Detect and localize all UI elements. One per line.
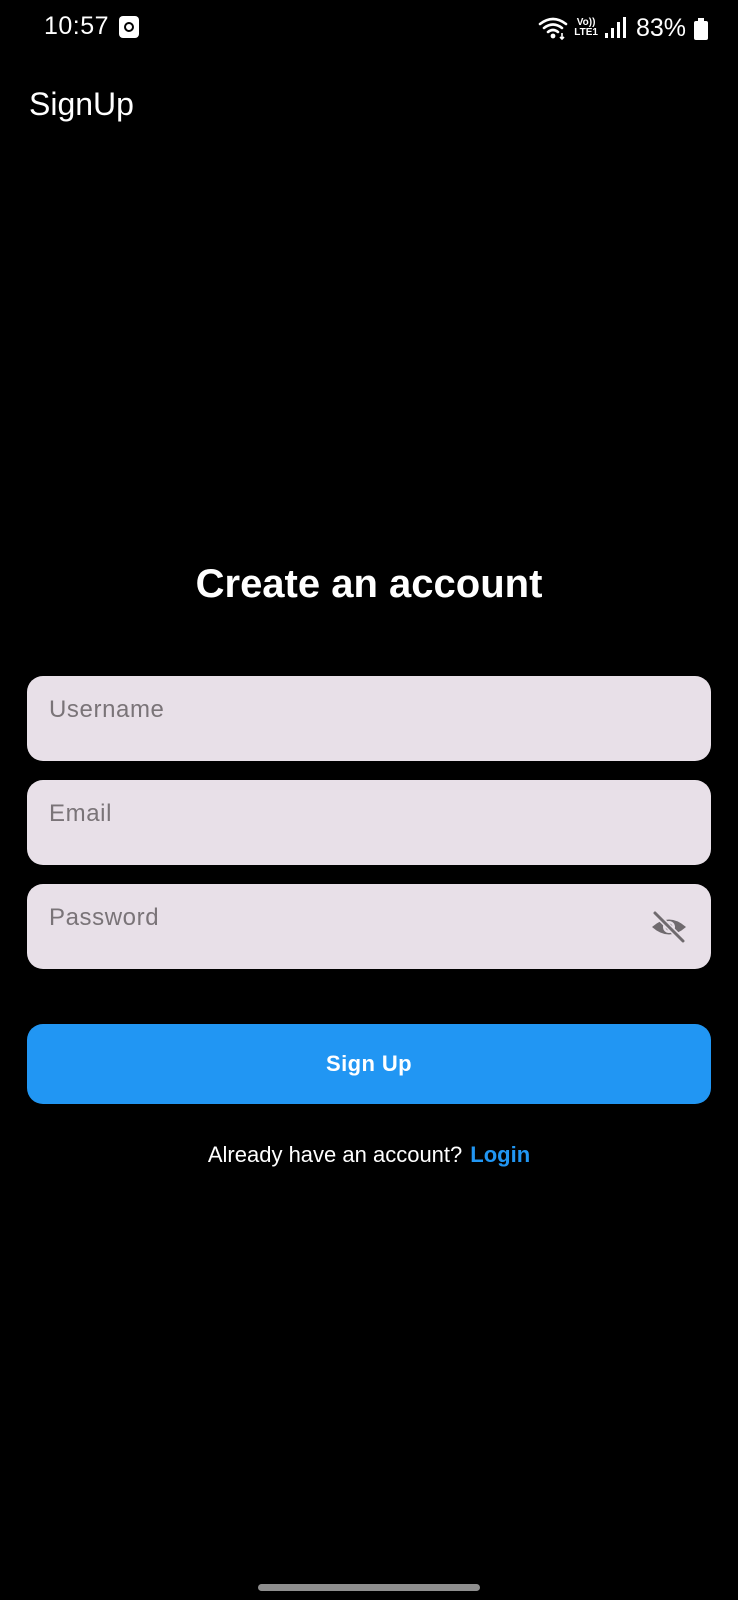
password-placeholder: Password [49,904,160,931]
login-link[interactable]: Login [470,1142,530,1167]
signup-screen: 10:57 Vo)) LTE1 83% SignUp Create an acc… [0,0,738,1600]
sign-up-button-label: Sign Up [326,1051,412,1076]
signal-icon [604,17,626,38]
battery-percent: 83% [635,13,686,42]
status-time: 10:57 [44,12,110,40]
password-field[interactable]: Password [27,884,711,969]
visibility-off-icon[interactable] [649,908,689,946]
page-title: Create an account [195,562,543,606]
status-bar: 10:57 Vo)) LTE1 83% [0,0,738,56]
home-indicator[interactable] [258,1584,480,1591]
username-field[interactable]: Username [27,676,711,761]
status-indicators: Vo)) LTE1 83% [538,10,708,46]
email-placeholder: Email [49,800,113,827]
battery-icon [694,18,708,40]
lte-label: LTE1 [574,27,598,38]
sign-up-button[interactable]: Sign Up [27,1024,711,1104]
login-prompt-row: Already have an account? Login [0,1142,738,1168]
volte-lte-icon: Vo)) LTE1 [574,18,598,38]
email-field[interactable]: Email [27,780,711,865]
app-bar-title: SignUp [29,86,134,122]
username-placeholder: Username [49,696,165,723]
login-prompt-text: Already have an account? [207,1142,463,1167]
wifi-icon [538,17,568,41]
notification-icon [119,16,139,38]
